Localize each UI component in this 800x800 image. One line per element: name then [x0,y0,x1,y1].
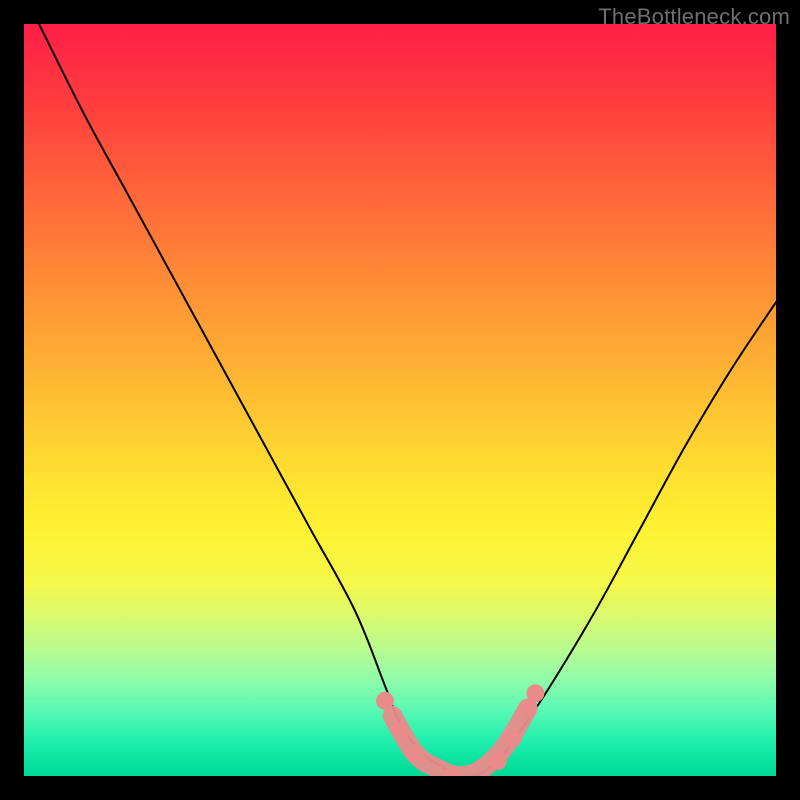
plot-area [24,24,776,776]
marker-left-2 [391,722,409,740]
marker-right-4 [526,684,544,702]
curve-layer [39,24,776,776]
marker-right-2 [504,729,522,747]
marker-right-1 [489,752,507,770]
marker-left-1 [376,692,394,710]
chart-frame: TheBottleneck.com [0,0,800,800]
bottleneck-curve [39,24,776,776]
marker-left-3 [406,744,424,762]
chart-svg [24,24,776,776]
